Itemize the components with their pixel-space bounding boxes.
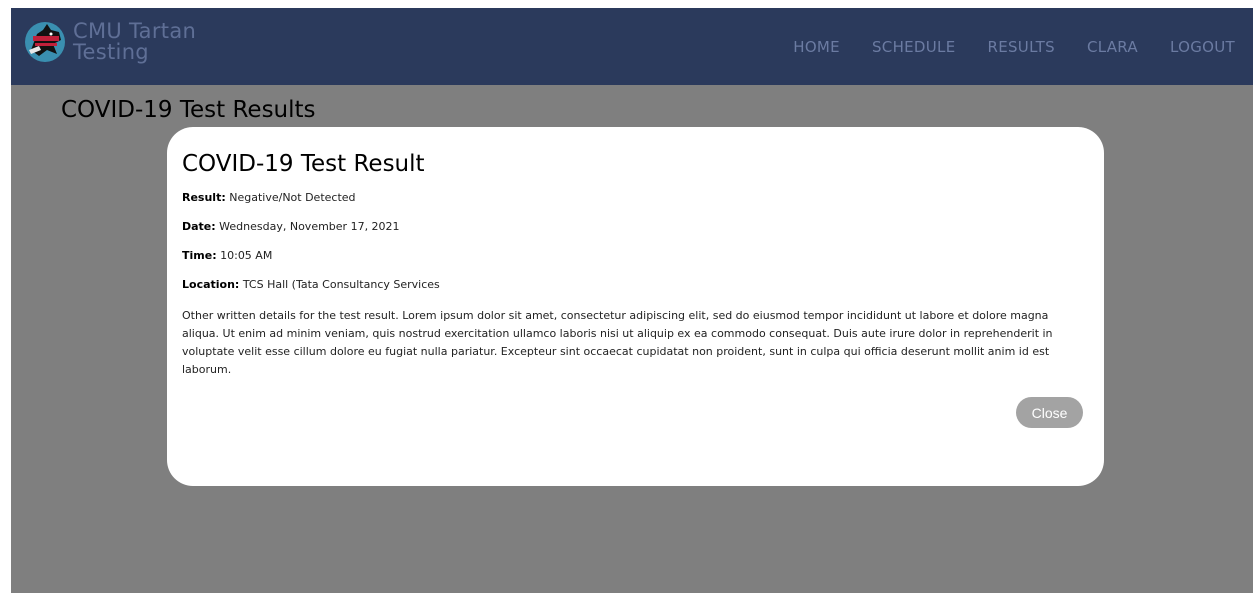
test-result-modal: COVID-19 Test Result Result: Negative/No…	[167, 127, 1104, 486]
result-label: Result:	[182, 191, 226, 204]
time-value: 10:05 AM	[220, 249, 273, 262]
brand-line-2: Testing	[73, 40, 149, 64]
location-field: Location: TCS Hall (Tata Consultancy Ser…	[182, 278, 1078, 291]
brand-line-1: CMU Tartan	[73, 19, 197, 43]
nav-schedule[interactable]: SCHEDULE	[872, 38, 956, 56]
date-label: Date:	[182, 220, 216, 233]
date-value: Wednesday, November 17, 2021	[219, 220, 400, 233]
nav-clara[interactable]: CLARA	[1087, 38, 1138, 56]
location-label: Location:	[182, 278, 240, 291]
nav-links: HOME SCHEDULE RESULTS CLARA LOGOUT	[761, 38, 1235, 56]
time-field: Time: 10:05 AM	[182, 249, 1078, 262]
result-value: Negative/Not Detected	[229, 191, 356, 204]
close-button[interactable]: Close	[1016, 397, 1083, 428]
top-navbar: CMU Tartan Testing HOME SCHEDULE RESULTS…	[11, 8, 1253, 85]
modal-title: COVID-19 Test Result	[182, 151, 425, 177]
brand-name: CMU Tartan Testing	[73, 21, 196, 63]
date-field: Date: Wednesday, November 17, 2021	[182, 220, 1078, 233]
app-window: CMU Tartan Testing HOME SCHEDULE RESULTS…	[11, 8, 1253, 593]
time-label: Time:	[182, 249, 217, 262]
result-details: Other written details for the test resul…	[182, 309, 1053, 376]
nav-results[interactable]: RESULTS	[987, 38, 1054, 56]
tartan-logo-icon	[25, 22, 65, 62]
brand[interactable]: CMU Tartan Testing	[23, 20, 196, 64]
nav-home[interactable]: HOME	[793, 38, 840, 56]
result-field: Result: Negative/Not Detected	[182, 191, 1078, 204]
nav-logout[interactable]: LOGOUT	[1170, 38, 1235, 56]
location-value: TCS Hall (Tata Consultancy Services	[242, 278, 440, 291]
